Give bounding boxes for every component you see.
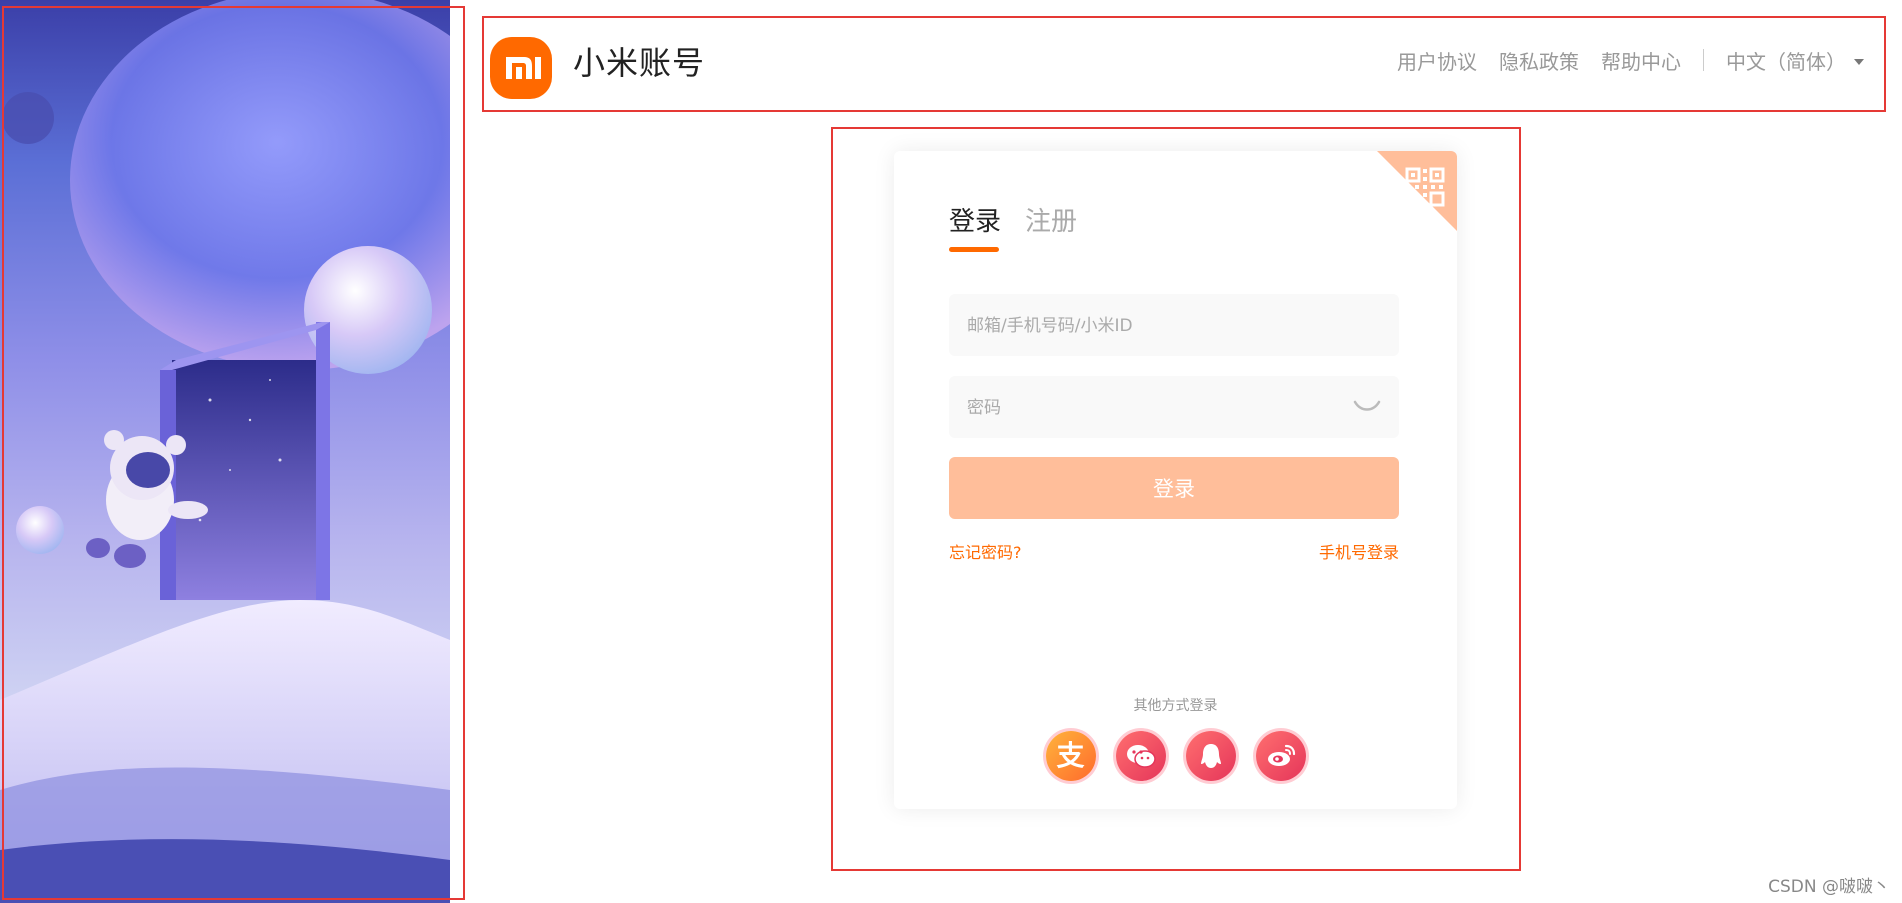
nav-help-center[interactable]: 帮助中心 — [1601, 46, 1681, 75]
nav-user-agreement[interactable]: 用户协议 — [1397, 46, 1477, 75]
other-login-title: 其他方式登录 — [1133, 698, 1218, 714]
qq-login-button[interactable] — [1185, 731, 1236, 781]
mi-logo[interactable] — [490, 37, 552, 99]
account-field — [949, 294, 1399, 358]
astronaut-illustration — [0, 0, 450, 903]
nav-privacy-policy[interactable]: 隐私政策 — [1499, 46, 1579, 75]
wechat-login-button[interactable] — [1115, 731, 1166, 781]
qr-code-icon[interactable] — [1377, 151, 1457, 231]
eye-closed-icon[interactable] — [1353, 398, 1381, 414]
qq-icon — [1200, 744, 1221, 768]
phone-login-link[interactable]: 手机号登录 — [1319, 539, 1399, 563]
tab-register[interactable]: 注册 — [1025, 201, 1077, 252]
forgot-password-link[interactable]: 忘记密码? — [949, 539, 1022, 563]
alipay-icon: 支 — [1056, 739, 1085, 772]
social-login-list: 支 — [894, 731, 1457, 781]
header: 小米账号 用户协议 隐私政策 帮助中心 中文（简体） — [482, 16, 1886, 112]
tab-login[interactable]: 登录 — [949, 201, 1001, 252]
watermark: CSDN @啵啵丶 — [1768, 877, 1890, 897]
tab-register-label: 注册 — [1025, 207, 1078, 237]
wechat-icon — [1126, 745, 1156, 768]
password-input[interactable] — [949, 376, 1349, 440]
login-region: 登录 注册 登录 忘记密码? 手机号登录 其他方式登录 支 — [831, 127, 1521, 871]
language-selector[interactable]: 中文（简体） — [1726, 46, 1864, 75]
page-title: 小米账号 — [573, 44, 706, 82]
auth-tabs: 登录 注册 — [949, 201, 1101, 252]
weibo-icon — [1267, 744, 1295, 766]
login-card: 登录 注册 登录 忘记密码? 手机号登录 其他方式登录 支 — [894, 151, 1457, 809]
tab-login-label: 登录 — [949, 207, 1002, 237]
account-input[interactable] — [949, 294, 1349, 358]
language-label: 中文（简体） — [1726, 49, 1846, 74]
alipay-login-button[interactable]: 支 — [1045, 731, 1096, 781]
mi-logo-icon — [506, 57, 541, 79]
active-tab-indicator — [949, 247, 999, 252]
login-button[interactable]: 登录 — [949, 457, 1399, 519]
header-nav: 用户协议 隐私政策 帮助中心 中文（简体） — [1375, 40, 1864, 80]
password-field — [949, 376, 1399, 440]
nav-divider — [1703, 49, 1704, 71]
illustration-panel — [0, 0, 450, 903]
weibo-login-button[interactable] — [1255, 731, 1306, 781]
caret-down-icon — [1854, 58, 1864, 65]
